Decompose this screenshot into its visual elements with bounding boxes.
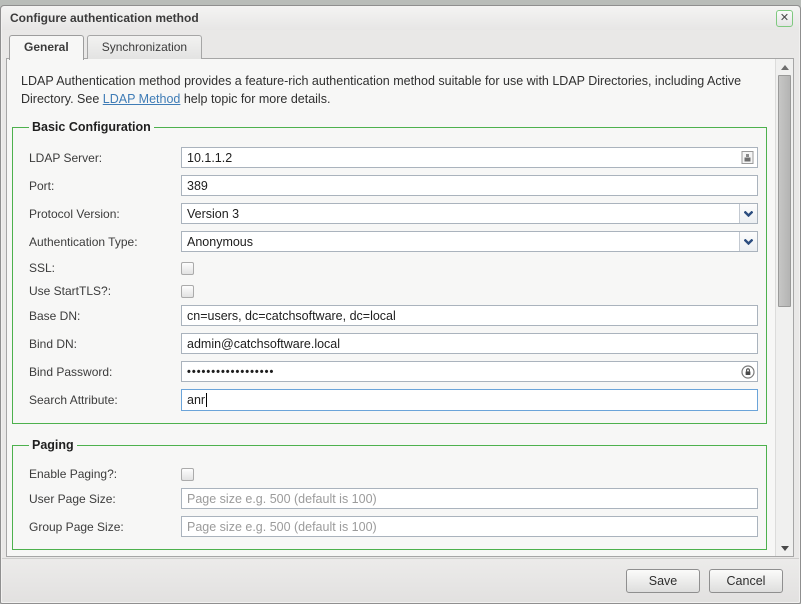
panel-content: LDAP Authentication method provides a fe… — [7, 59, 775, 556]
ssl-checkbox[interactable] — [181, 262, 194, 275]
scroll-down-button[interactable] — [776, 541, 793, 555]
port-row: Port: — [29, 175, 758, 196]
protocol-version-value: Version 3 — [182, 207, 739, 221]
scroll-down-icon — [781, 546, 789, 551]
user-page-size-label: User Page Size: — [29, 492, 181, 506]
dialog-footer: Save Cancel — [2, 558, 799, 602]
tab-general[interactable]: General — [9, 35, 84, 60]
tab-synchronization-label: Synchronization — [102, 40, 187, 54]
ssl-row: SSL: — [29, 261, 758, 275]
starttls-label: Use StartTLS?: — [29, 284, 181, 298]
bind-password-label: Bind Password: — [29, 365, 181, 379]
user-page-size-row: User Page Size: — [29, 488, 758, 509]
protocol-version-label: Protocol Version: — [29, 207, 181, 221]
bind-dn-row: Bind DN: — [29, 333, 758, 354]
starttls-row: Use StartTLS?: — [29, 284, 758, 298]
enable-paging-row: Enable Paging?: — [29, 467, 758, 481]
protocol-version-row: Protocol Version: Version 3 — [29, 203, 758, 224]
group-page-size-label: Group Page Size: — [29, 520, 181, 534]
basic-configuration-section: Basic Configuration LDAP Server: Port: — [12, 120, 767, 424]
bind-password-row: Bind Password: — [29, 361, 758, 382]
scroll-up-icon — [781, 65, 789, 70]
search-attribute-input[interactable]: anr — [181, 389, 758, 411]
ldap-description: LDAP Authentication method provides a fe… — [7, 59, 759, 120]
ldap-method-link[interactable]: LDAP Method — [103, 92, 181, 106]
text-caret — [206, 393, 207, 407]
vertical-scrollbar[interactable] — [775, 59, 793, 556]
search-attribute-value: anr — [187, 393, 205, 407]
chevron-down-icon[interactable] — [739, 232, 757, 251]
base-dn-label: Base DN: — [29, 309, 181, 323]
auth-type-value: Anonymous — [182, 235, 739, 249]
tab-synchronization[interactable]: Synchronization — [87, 35, 202, 59]
enable-paging-checkbox[interactable] — [181, 468, 194, 481]
auth-type-label: Authentication Type: — [29, 235, 181, 249]
search-attribute-row: Search Attribute: anr — [29, 389, 758, 411]
tab-general-label: General — [24, 40, 69, 54]
ldap-server-row: LDAP Server: — [29, 147, 758, 168]
dialog-titlebar: Configure authentication method — [2, 6, 799, 30]
close-button[interactable]: ✕ — [776, 10, 793, 27]
chevron-down-icon[interactable] — [739, 204, 757, 223]
group-page-size-input[interactable] — [181, 516, 758, 537]
protocol-version-select[interactable]: Version 3 — [181, 203, 758, 224]
server-lookup-icon[interactable] — [740, 150, 755, 165]
password-lock-icon[interactable] — [740, 364, 755, 379]
port-label: Port: — [29, 179, 181, 193]
scrollbar-thumb[interactable] — [778, 75, 791, 307]
general-tab-panel: LDAP Authentication method provides a fe… — [6, 58, 794, 557]
scroll-up-button[interactable] — [776, 60, 793, 74]
port-input[interactable] — [181, 175, 758, 196]
save-button[interactable]: Save — [626, 569, 700, 593]
bind-dn-input[interactable] — [181, 333, 758, 354]
dialog-title: Configure authentication method — [10, 11, 199, 25]
paging-section: Paging Enable Paging?: User Page Size: G… — [12, 438, 767, 550]
tab-strip: General Synchronization — [9, 35, 205, 59]
base-dn-input[interactable] — [181, 305, 758, 326]
dialog-window: Configure authentication method ✕ Genera… — [0, 5, 801, 604]
cancel-button[interactable]: Cancel — [709, 569, 783, 593]
search-attribute-label: Search Attribute: — [29, 393, 181, 407]
bind-dn-label: Bind DN: — [29, 337, 181, 351]
description-text-after: help topic for more details. — [180, 92, 330, 106]
close-icon: ✕ — [780, 13, 789, 24]
basic-configuration-title: Basic Configuration — [29, 120, 154, 134]
bind-password-input[interactable] — [181, 361, 758, 382]
auth-type-row: Authentication Type: Anonymous — [29, 231, 758, 252]
enable-paging-label: Enable Paging?: — [29, 467, 181, 481]
ldap-server-label: LDAP Server: — [29, 151, 181, 165]
group-page-size-row: Group Page Size: — [29, 516, 758, 537]
base-dn-row: Base DN: — [29, 305, 758, 326]
user-page-size-input[interactable] — [181, 488, 758, 509]
ldap-server-input[interactable] — [181, 147, 758, 168]
auth-type-select[interactable]: Anonymous — [181, 231, 758, 252]
starttls-checkbox[interactable] — [181, 285, 194, 298]
ssl-label: SSL: — [29, 261, 181, 275]
paging-title: Paging — [29, 438, 77, 452]
